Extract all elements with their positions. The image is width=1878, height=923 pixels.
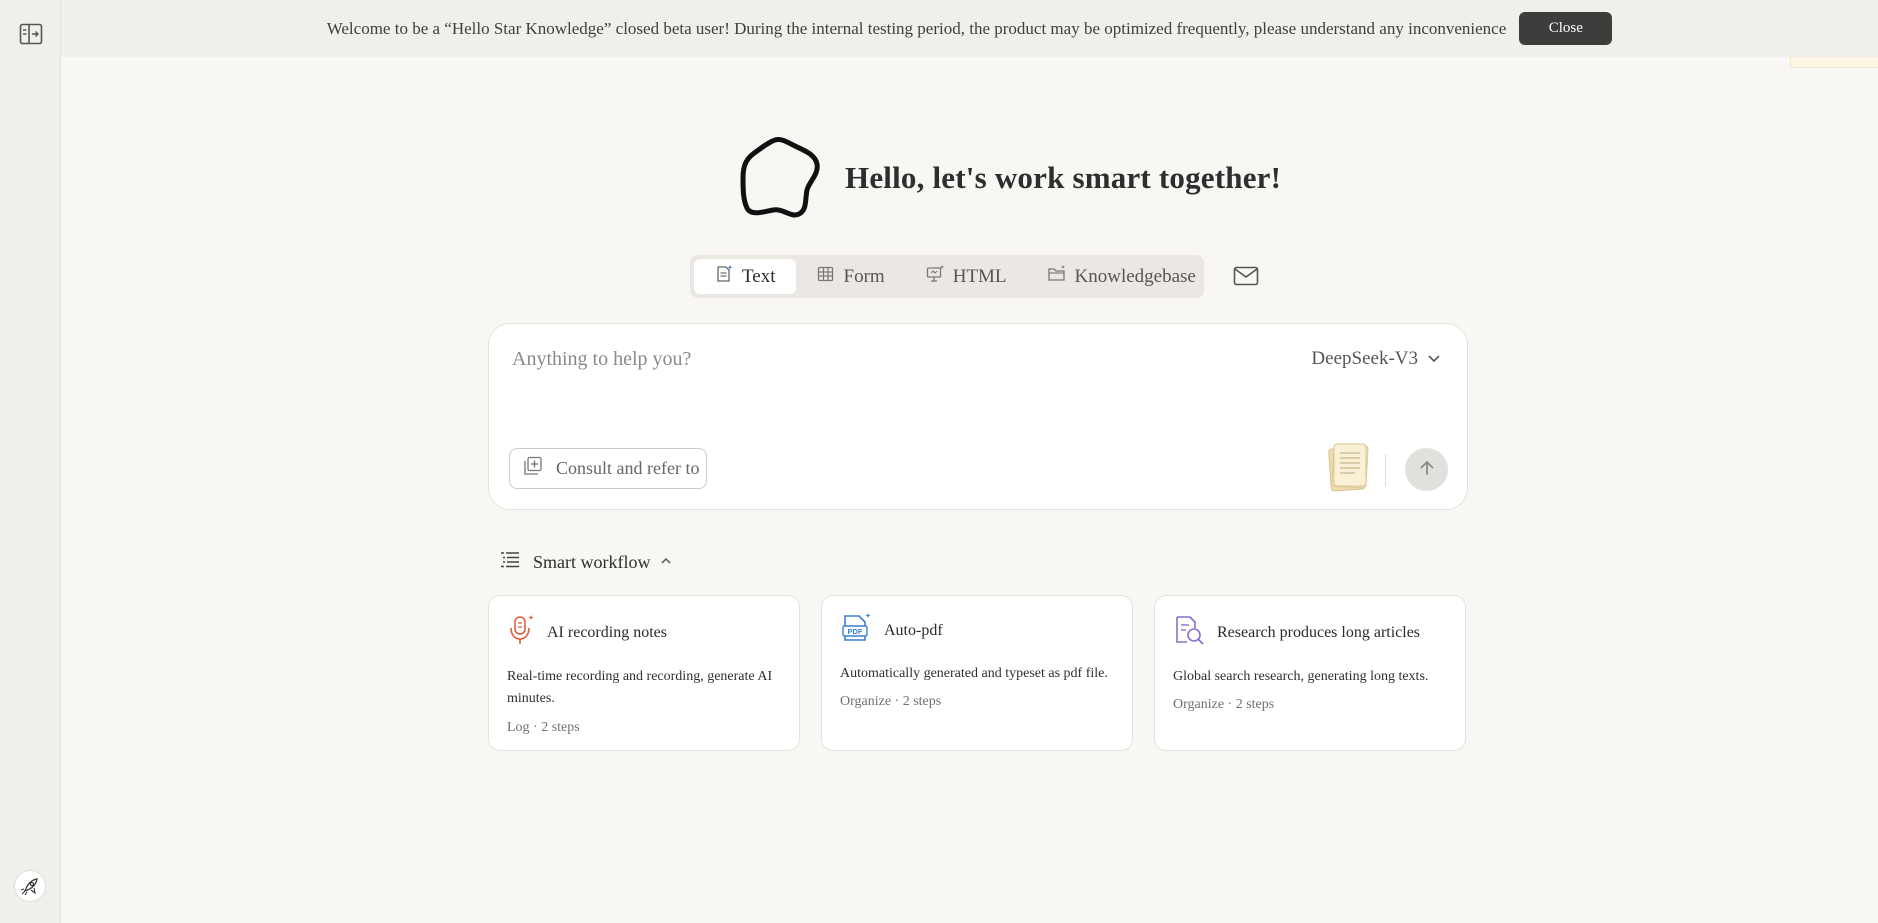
hero: Hello, let's work smart together!: [735, 134, 1281, 222]
corner-tab: [1790, 57, 1878, 68]
tab-form-label: Form: [843, 265, 885, 287]
svg-text:PDF: PDF: [848, 627, 863, 636]
card-meta: Log · 2 steps: [507, 720, 580, 735]
left-rail: [0, 0, 61, 923]
doc-search-icon: [1173, 614, 1205, 651]
beta-notice-banner: Welcome to be a “Hello Star Knowledge” c…: [61, 0, 1878, 57]
beta-notice-text: Welcome to be a “Hello Star Knowledge” c…: [326, 18, 1507, 38]
card-title: AI recording notes: [547, 623, 667, 641]
tab-knowledgebase[interactable]: Knowledgebase: [1027, 259, 1216, 294]
chevron-up-icon: [660, 553, 672, 571]
pdf-icon: PDF: [840, 612, 872, 649]
consult-refer-button[interactable]: Consult and refer to: [509, 448, 707, 489]
card-description: Global search research, generating long …: [1173, 669, 1429, 684]
composer: DeepSeek-V3 Consult and refer to: [488, 323, 1468, 510]
mode-tabs: Text Form HTML Knowledgebase: [690, 255, 1204, 298]
list-icon: [500, 551, 520, 574]
card-description: Real-time recording and recording, gener…: [507, 669, 773, 706]
table-icon: [816, 264, 844, 290]
paper-stack-icon[interactable]: [1327, 438, 1371, 494]
microphone-icon: [507, 614, 535, 651]
workflow-card-ai-recording[interactable]: AI recording notes Real-time recording a…: [488, 595, 800, 751]
tab-form[interactable]: Form: [796, 259, 905, 294]
workflow-card-research[interactable]: Research produces long articles Global s…: [1154, 595, 1466, 751]
card-meta: Organize · 2 steps: [1173, 697, 1275, 712]
composer-divider: [1385, 454, 1386, 486]
smart-workflow-toggle[interactable]: Smart workflow: [500, 550, 672, 574]
send-button[interactable]: [1405, 448, 1448, 491]
tab-html[interactable]: HTML: [905, 259, 1027, 294]
rocket-avatar-icon[interactable]: [14, 870, 46, 902]
add-reference-icon: [522, 455, 556, 482]
star-outline-logo: [735, 132, 823, 225]
model-select-label: DeepSeek-V3: [1311, 348, 1418, 369]
chevron-down-icon: [1418, 348, 1441, 370]
presentation-icon: [925, 264, 953, 290]
card-description: Automatically generated and typeset as p…: [840, 666, 1108, 681]
smart-workflow-title: Smart workflow: [533, 551, 651, 572]
tab-knowledgebase-label: Knowledgebase: [1074, 265, 1196, 287]
model-select[interactable]: DeepSeek-V3: [1311, 348, 1441, 370]
consult-refer-label: Consult and refer to: [556, 458, 700, 478]
text-doc-icon: [714, 264, 742, 290]
workflow-card-auto-pdf[interactable]: PDF Auto-pdf Automatically generated and…: [821, 595, 1133, 751]
close-banner-button[interactable]: Close: [1519, 12, 1613, 45]
card-title: Research produces long articles: [1217, 623, 1421, 641]
card-meta: Organize · 2 steps: [840, 694, 942, 709]
tab-text-label: Text: [742, 265, 776, 287]
card-title: Auto-pdf: [884, 621, 943, 639]
prompt-input[interactable]: [512, 342, 1212, 376]
folder-icon: [1047, 264, 1075, 290]
sidebar-toggle-icon[interactable]: [19, 23, 43, 45]
mail-icon[interactable]: [1232, 263, 1260, 289]
page-title: Hello, let's work smart together!: [845, 160, 1282, 195]
tab-text[interactable]: Text: [694, 259, 796, 294]
tab-html-label: HTML: [952, 265, 1007, 287]
arrow-up-icon: [1418, 459, 1436, 480]
